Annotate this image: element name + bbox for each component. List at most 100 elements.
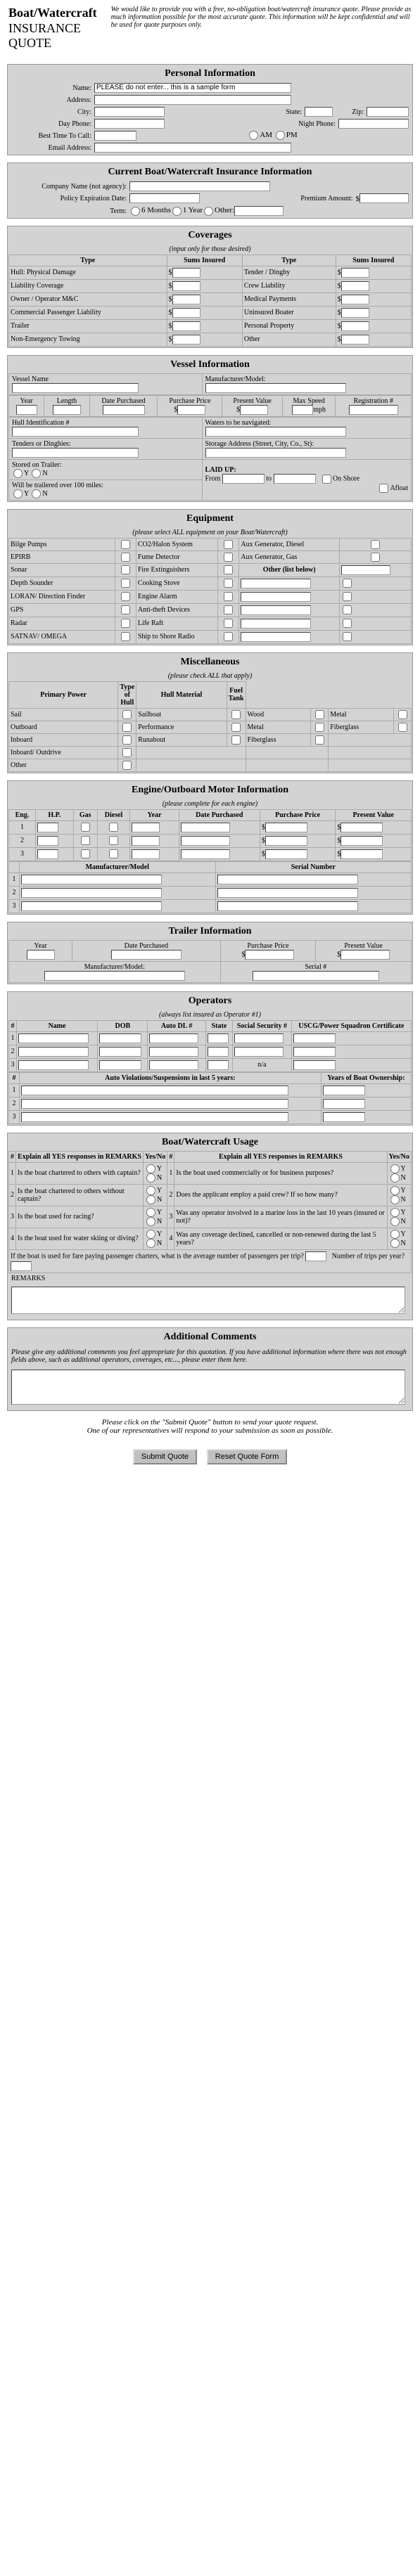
usage-3-n-radio[interactable]	[146, 1239, 155, 1248]
term-6m-radio[interactable]	[131, 206, 140, 217]
trailer-serial-input[interactable]	[253, 971, 379, 981]
expiry-input[interactable]	[129, 193, 200, 203]
op-3-uscg-input[interactable]	[293, 1060, 336, 1070]
usage-1-n-radio[interactable]	[146, 1195, 155, 1204]
additional-textarea[interactable]	[11, 1370, 405, 1405]
eng-1-pprice-input[interactable]	[265, 823, 307, 832]
eng-3-gas-checkbox[interactable]	[81, 849, 90, 858]
usage-4-y-radio[interactable]	[390, 1164, 400, 1173]
eq-3-1-checkbox[interactable]	[224, 579, 233, 588]
eq-1-2-checkbox[interactable]	[371, 553, 380, 562]
eng-1-year-input[interactable]	[132, 823, 160, 832]
trailer100-y-radio[interactable]	[13, 489, 23, 498]
eq-7-1-checkbox[interactable]	[224, 632, 233, 641]
cov-r-0-input[interactable]	[341, 268, 369, 278]
eq-other-6-checkbox[interactable]	[343, 619, 352, 628]
eng-2-gas-checkbox[interactable]	[81, 836, 90, 845]
misc-1-0-checkbox[interactable]	[122, 723, 132, 732]
eq-other-6-input[interactable]	[241, 619, 311, 629]
laid-from-input[interactable]	[222, 474, 265, 484]
eng-3-year-input[interactable]	[132, 849, 160, 859]
misc-0-3-checkbox[interactable]	[398, 710, 407, 719]
eng-2-year-input[interactable]	[132, 836, 160, 846]
city-input[interactable]	[94, 107, 165, 117]
eq-other-3-checkbox[interactable]	[343, 579, 352, 588]
waters-input[interactable]	[205, 427, 346, 437]
term-other-radio[interactable]	[204, 206, 213, 217]
op-2-years-input[interactable]	[323, 1099, 365, 1109]
vessel-pval-input[interactable]	[240, 405, 268, 415]
eq-5-1-checkbox[interactable]	[224, 605, 233, 614]
misc-1-1-checkbox[interactable]	[231, 723, 241, 732]
eq-0-0-checkbox[interactable]	[121, 540, 130, 549]
eng-2-pval-input[interactable]	[341, 836, 383, 846]
eng-2-serial-input[interactable]	[217, 888, 358, 898]
trailer-pprice-input[interactable]	[245, 950, 294, 960]
cov-r-2-input[interactable]	[341, 295, 369, 304]
eng-1-gas-checkbox[interactable]	[81, 823, 90, 832]
eq-5-0-checkbox[interactable]	[121, 605, 130, 614]
op-3-viol-input[interactable]	[21, 1112, 288, 1122]
vessel-maxspd-input[interactable]	[292, 405, 313, 415]
zip-input[interactable]	[367, 107, 409, 117]
eq-other-5-checkbox[interactable]	[343, 605, 352, 614]
dayphone-input[interactable]	[94, 119, 165, 129]
stored-n-radio[interactable]	[32, 469, 41, 478]
usage-5-n-radio[interactable]	[390, 1195, 400, 1204]
misc-2-2-checkbox[interactable]	[315, 735, 324, 745]
premium-input[interactable]	[359, 193, 409, 203]
cov-r-1-input[interactable]	[341, 281, 369, 291]
usage-0-n-radio[interactable]	[146, 1173, 155, 1183]
usage-2-n-radio[interactable]	[146, 1217, 155, 1226]
vessel-year-input[interactable]	[16, 405, 37, 415]
cov-r-5-input[interactable]	[341, 335, 369, 344]
vessel-reg-input[interactable]	[349, 405, 398, 415]
eng-3-pprice-input[interactable]	[265, 849, 307, 859]
remarks-textarea[interactable]	[11, 1287, 405, 1314]
eng-2-pprice-input[interactable]	[265, 836, 307, 846]
email-input[interactable]	[94, 143, 291, 153]
eq-3-0-checkbox[interactable]	[121, 579, 130, 588]
eq-4-1-checkbox[interactable]	[224, 592, 233, 601]
cov-l-2-input[interactable]	[172, 295, 201, 304]
name-input[interactable]	[94, 83, 291, 93]
op-2-viol-input[interactable]	[21, 1099, 288, 1109]
eng-1-dpurch-input[interactable]	[181, 823, 230, 832]
vessel-dpurch-input[interactable]	[103, 405, 145, 415]
afloat-checkbox[interactable]	[379, 484, 388, 493]
eq-4-0-checkbox[interactable]	[121, 592, 130, 601]
misc-0-2-checkbox[interactable]	[315, 710, 324, 719]
trailer-pval-input[interactable]	[341, 950, 390, 960]
eng-1-serial-input[interactable]	[217, 875, 358, 884]
misc-4-0-checkbox[interactable]	[122, 761, 132, 770]
eng-2-mm-input[interactable]	[21, 888, 162, 898]
eng-3-pval-input[interactable]	[341, 849, 383, 859]
eng-3-mm-input[interactable]	[21, 901, 162, 911]
op-2-dob-input[interactable]	[99, 1047, 141, 1057]
trailer-mm-input[interactable]	[44, 971, 185, 981]
op-1-dob-input[interactable]	[99, 1033, 141, 1043]
eq-other-4-checkbox[interactable]	[343, 592, 352, 601]
trips-input[interactable]	[11, 1261, 32, 1271]
op-2-uscg-input[interactable]	[293, 1047, 336, 1057]
usage-6-y-radio[interactable]	[390, 1208, 400, 1217]
vessel-length-input[interactable]	[53, 405, 81, 415]
usage-6-n-radio[interactable]	[390, 1217, 400, 1226]
address-input[interactable]	[94, 95, 291, 105]
reset-button[interactable]: Reset Quote Form	[207, 1449, 287, 1464]
eq-other-5-input[interactable]	[241, 605, 311, 615]
cov-r-3-input[interactable]	[341, 308, 369, 318]
vessel-pprice-input[interactable]	[177, 405, 205, 415]
am-radio[interactable]	[249, 131, 258, 140]
vessel-mm-input[interactable]	[205, 383, 346, 393]
op-1-uscg-input[interactable]	[293, 1033, 336, 1043]
op-3-dob-input[interactable]	[99, 1060, 141, 1070]
op-1-ssn-input[interactable]	[234, 1033, 284, 1043]
state-input[interactable]	[305, 107, 333, 117]
eng-3-dpurch-input[interactable]	[181, 849, 230, 859]
op-2-name-input[interactable]	[18, 1047, 89, 1057]
eq-1-0-checkbox[interactable]	[121, 553, 130, 562]
pm-radio[interactable]	[276, 131, 285, 140]
misc-0-0-checkbox[interactable]	[122, 710, 132, 719]
eq-other-4-input[interactable]	[241, 592, 311, 602]
